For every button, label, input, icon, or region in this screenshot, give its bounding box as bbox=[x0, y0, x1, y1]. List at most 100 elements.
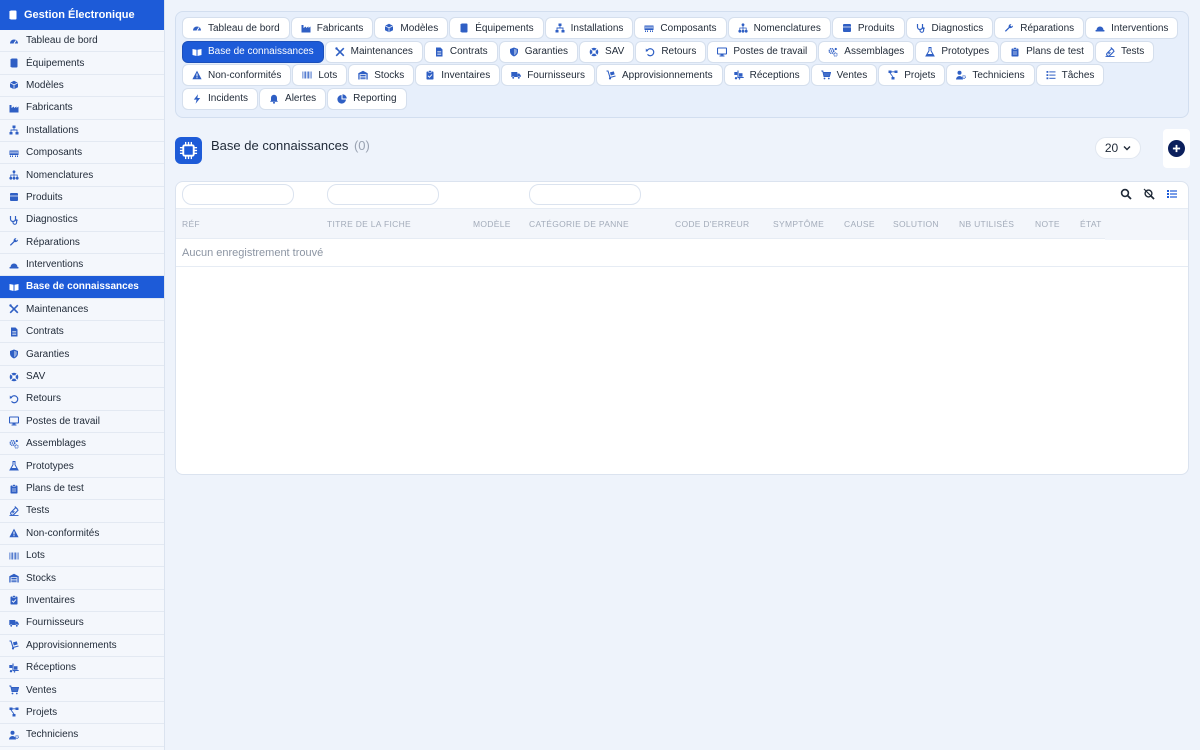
sidebar-item-techniciens[interactable]: Techniciens bbox=[0, 724, 164, 747]
tab-ventes[interactable]: Ventes bbox=[810, 64, 878, 87]
bolt-icon bbox=[192, 94, 202, 104]
tab-receptions[interactable]: Réceptions bbox=[723, 64, 810, 87]
sidebar-item-installations[interactable]: Installations bbox=[0, 120, 164, 142]
tab-incidents[interactable]: Incidents bbox=[182, 87, 259, 110]
project-diagram-icon bbox=[9, 707, 19, 717]
tab-label: Fabricants bbox=[316, 22, 364, 34]
sidebar-item-garanties[interactable]: Garanties bbox=[0, 343, 164, 366]
column-header-ref[interactable]: Réf bbox=[182, 219, 200, 229]
sidebar-item-inventaires[interactable]: Inventaires bbox=[0, 590, 164, 613]
column-header-modele[interactable]: Modèle bbox=[473, 219, 511, 229]
sidebar-item-contrats[interactable]: Contrats bbox=[0, 321, 164, 344]
column-header-etat[interactable]: État bbox=[1080, 219, 1102, 229]
sidebar-item-approvisionnements[interactable]: Approvisionnements bbox=[0, 635, 164, 657]
tab-non-conformites[interactable]: Non-conformités bbox=[182, 64, 292, 87]
tab-tests[interactable]: Tests bbox=[1094, 40, 1155, 63]
tab-modeles[interactable]: Modèles bbox=[374, 17, 449, 39]
open-book-icon bbox=[9, 282, 19, 292]
tab-techniciens[interactable]: Techniciens bbox=[946, 64, 1035, 87]
sidebar-item-tableau-de-bord[interactable]: Tableau de bord bbox=[0, 30, 164, 53]
sidebar-item-sav[interactable]: SAV bbox=[0, 366, 164, 389]
tab-maintenances[interactable]: Maintenances bbox=[324, 40, 423, 63]
sidebar-item-projets[interactable]: Projets bbox=[0, 702, 164, 725]
column-header-note[interactable]: Note bbox=[1035, 219, 1060, 229]
sidebar-item-base-de-connaissances[interactable]: Base de connaissances bbox=[0, 276, 164, 299]
tab-equipements[interactable]: Équipements bbox=[449, 17, 544, 39]
file-icon bbox=[9, 327, 19, 337]
sidebar-item-fournisseurs[interactable]: Fournisseurs bbox=[0, 612, 164, 635]
column-header-nb-utilises[interactable]: Nb utilisés bbox=[959, 219, 1014, 229]
sidebar-item-label: Fabricants bbox=[26, 102, 73, 114]
app-header[interactable]: Gestion Électronique bbox=[0, 0, 164, 30]
tab-fournisseurs[interactable]: Fournisseurs bbox=[501, 64, 596, 87]
sidebar-item-postes-de-travail[interactable]: Postes de travail bbox=[0, 411, 164, 434]
clear-search-icon[interactable] bbox=[1142, 187, 1155, 200]
tab-reporting[interactable]: Reporting bbox=[327, 87, 407, 110]
tab-prototypes[interactable]: Prototypes bbox=[915, 40, 1000, 63]
sidebar-item-tests[interactable]: Tests bbox=[0, 500, 164, 523]
sidebar-item-composants[interactable]: Composants bbox=[0, 142, 164, 165]
sidebar-item-reparations[interactable]: Réparations bbox=[0, 232, 164, 254]
sidebar-item-interventions[interactable]: Interventions bbox=[0, 254, 164, 277]
tab-interventions[interactable]: Interventions bbox=[1085, 17, 1179, 39]
tab-garanties[interactable]: Garanties bbox=[498, 40, 579, 63]
tab-stocks[interactable]: Stocks bbox=[348, 64, 415, 87]
tab-retours[interactable]: Retours bbox=[635, 40, 707, 63]
tab-nomenclatures[interactable]: Nomenclatures bbox=[727, 17, 831, 39]
tab-lots[interactable]: Lots bbox=[292, 64, 348, 87]
tab-contrats[interactable]: Contrats bbox=[423, 40, 498, 63]
sidebar-item-maintenances[interactable]: Maintenances bbox=[0, 299, 164, 322]
tab-postes-de-travail[interactable]: Postes de travail bbox=[707, 40, 818, 63]
sidebar-item-label: Tests bbox=[26, 505, 50, 517]
tab-alertes[interactable]: Alertes bbox=[259, 87, 327, 110]
sidebar-item-modeles[interactable]: Modèles bbox=[0, 75, 164, 98]
column-header-code-d-erreur[interactable]: Code d'erreur bbox=[675, 219, 749, 229]
tab-assemblages[interactable]: Assemblages bbox=[818, 40, 915, 63]
sidebar-item-retours[interactable]: Retours bbox=[0, 388, 164, 411]
sidebar-item-lots[interactable]: Lots bbox=[0, 545, 164, 568]
filter-category-input[interactable] bbox=[529, 184, 641, 205]
tab-approvisionnements[interactable]: Approvisionnements bbox=[596, 64, 723, 87]
tab-inventaires[interactable]: Inventaires bbox=[415, 64, 501, 87]
sidebar-item-non-conformites[interactable]: Non-conformités bbox=[0, 523, 164, 545]
filter-ref-input[interactable] bbox=[182, 184, 294, 205]
tab-projets[interactable]: Projets bbox=[878, 64, 946, 87]
sidebar-item-ventes[interactable]: Ventes bbox=[0, 679, 164, 702]
column-header-titre-de-la-fiche[interactable]: Titre de la fiche bbox=[327, 219, 411, 229]
sidebar-item-prototypes[interactable]: Prototypes bbox=[0, 455, 164, 478]
tab-diagnostics[interactable]: Diagnostics bbox=[905, 17, 994, 39]
filter-title-input[interactable] bbox=[327, 184, 439, 205]
sidebar-item-equipements[interactable]: Équipements bbox=[0, 52, 164, 75]
sidebar-item-assemblages[interactable]: Assemblages bbox=[0, 433, 164, 456]
tab-tableau-de-bord[interactable]: Tableau de bord bbox=[182, 17, 290, 39]
column-header-cause[interactable]: Cause bbox=[844, 219, 875, 229]
sidebar-item-plans-de-test[interactable]: Plans de test bbox=[0, 478, 164, 501]
tab-sav[interactable]: SAV bbox=[579, 40, 635, 63]
clipboard-icon bbox=[1010, 46, 1020, 57]
dolly-icon bbox=[9, 640, 19, 650]
tab-produits[interactable]: Produits bbox=[831, 17, 905, 39]
sidebar-item-receptions[interactable]: Réceptions bbox=[0, 657, 164, 680]
tab-reparations[interactable]: Réparations bbox=[994, 17, 1085, 39]
lifebuoy-icon bbox=[589, 47, 599, 57]
sidebar-item-fabricants[interactable]: Fabricants bbox=[0, 97, 164, 120]
record-count: (0) bbox=[353, 138, 370, 153]
tab-installations[interactable]: Installations bbox=[544, 17, 634, 39]
search-icon[interactable] bbox=[1119, 187, 1132, 200]
sidebar-item-nomenclatures[interactable]: Nomenclatures bbox=[0, 164, 164, 187]
tab-taches[interactable]: Tâches bbox=[1035, 64, 1105, 87]
add-record-button[interactable] bbox=[1163, 129, 1190, 168]
sidebar-item-stocks[interactable]: Stocks bbox=[0, 567, 164, 590]
per-page-select[interactable]: 20 bbox=[1095, 137, 1141, 159]
tab-base-de-connaissances[interactable]: Base de connaissances bbox=[182, 40, 324, 63]
tab-plans-de-test[interactable]: Plans de test bbox=[1000, 40, 1094, 63]
column-header-categorie-de-panne[interactable]: Catégorie de panne bbox=[529, 219, 629, 229]
tab-fabricants[interactable]: Fabricants bbox=[290, 17, 374, 39]
sidebar-item-label: Non-conformités bbox=[26, 527, 100, 539]
list-view-icon[interactable] bbox=[1165, 187, 1178, 200]
column-header-solution[interactable]: Solution bbox=[893, 219, 939, 229]
tab-composants[interactable]: Composants bbox=[634, 17, 727, 39]
sidebar-item-produits[interactable]: Produits bbox=[0, 187, 164, 210]
sidebar-item-diagnostics[interactable]: Diagnostics bbox=[0, 209, 164, 232]
column-header-symptome[interactable]: Symptôme bbox=[773, 219, 824, 229]
